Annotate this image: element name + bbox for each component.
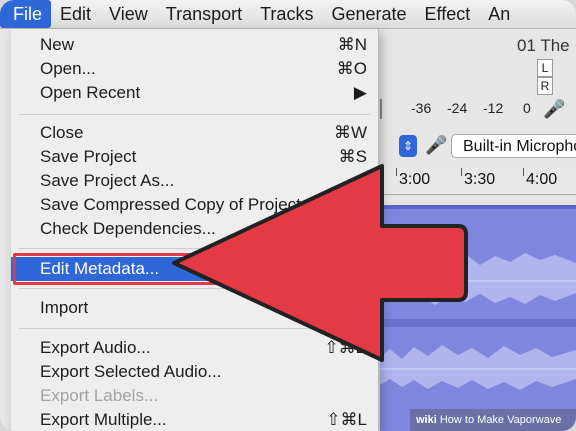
menu-item-label: Open... — [40, 59, 96, 78]
menu-separator — [19, 114, 370, 115]
menu-item-label: Save Project As... — [40, 171, 175, 190]
menu-item-label: Close — [40, 123, 84, 142]
watermark-caption: wiki How to Make Vaporwave — [410, 409, 576, 431]
menu-file[interactable]: File — [0, 0, 52, 28]
menu-edit[interactable]: Edit — [51, 0, 100, 28]
watermark-brand: wiki — [416, 414, 437, 426]
meter-right-channel: R — [537, 77, 553, 95]
menu-item-label: Save Project — [40, 147, 137, 166]
meter-db-label: -36 — [411, 100, 432, 116]
menu-item-export-labels: Export Labels... — [11, 384, 378, 408]
menu-generate[interactable]: Generate — [322, 0, 415, 28]
menu-item-shortcut: ⇧⌘L — [326, 410, 367, 429]
menu-view[interactable]: View — [100, 0, 157, 28]
menu-item-label: New — [40, 35, 75, 54]
menu-item-label: Export Multiple... — [40, 410, 167, 429]
pointer-arrow-icon — [172, 164, 468, 362]
menu-item-close[interactable]: Close ⌘W — [11, 121, 378, 145]
menu-effect[interactable]: Effect — [416, 0, 480, 28]
timeline-label: 4:00 — [526, 171, 558, 188]
menu-item-shortcut: ⌘W — [333, 123, 367, 142]
menu-item-new[interactable]: New ⌘N — [11, 33, 378, 57]
meter-left-channel: L — [537, 59, 553, 77]
playback-meter[interactable]: L R — [532, 59, 572, 99]
host-select-stepper[interactable]: ⇕ — [399, 135, 417, 157]
menu-analyze[interactable]: An — [479, 0, 519, 28]
menu-transport[interactable]: Transport — [157, 0, 251, 28]
timeline-tick — [523, 168, 524, 176]
submenu-arrow-icon: ▶ — [353, 83, 367, 102]
menu-tracks[interactable]: Tracks — [251, 0, 322, 28]
microphone-icon[interactable]: 🎤 — [543, 99, 565, 120]
meter-db-label: -24 — [447, 100, 468, 116]
meter-divider — [380, 99, 382, 119]
menu-item-label: Open Recent — [40, 83, 141, 102]
input-device-select[interactable]: Built-in Microphone — [451, 134, 576, 158]
menu-item-label: Export Audio... — [40, 338, 151, 357]
project-title: 01 The — [517, 36, 570, 55]
watermark-text: How to Make Vaporwave — [439, 414, 562, 426]
menu-item-shortcut: ⌘N — [337, 35, 367, 54]
menu-item-label: Export Labels... — [40, 386, 159, 405]
meter-db-label: -12 — [483, 100, 504, 116]
meter-db-label: 0 — [523, 100, 531, 116]
menu-item-shortcut: ⌘O — [336, 59, 367, 78]
menu-item-open[interactable]: Open... ⌘O — [11, 57, 378, 81]
menu-bar: File Edit View Transport Tracks Generate… — [0, 0, 576, 29]
menu-item-export-multiple[interactable]: Export Multiple... ⇧⌘L — [11, 408, 378, 431]
menu-item-open-recent[interactable]: Open Recent ▶ — [11, 81, 378, 105]
microphone-icon: 🎤 — [425, 135, 448, 155]
menu-item-label: Import — [40, 298, 89, 317]
app-window: 01 The L R -36 -24 -12 0 🎤 ⇕ 🎤 Built-in … — [0, 0, 576, 431]
